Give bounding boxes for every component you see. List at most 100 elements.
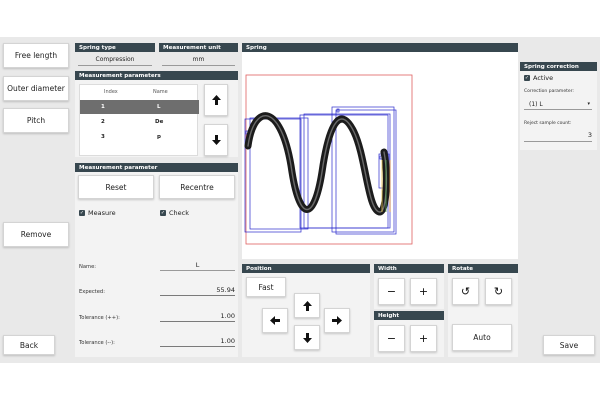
name-value: L [195,261,200,269]
recentre-button[interactable]: Recentre [159,175,235,199]
outer-diameter-button[interactable]: Outer diameter [3,76,69,101]
expected-label: Expected: [79,289,105,295]
move-left-button[interactable] [262,308,288,333]
rotate-right-button[interactable]: ↻ [485,278,512,305]
expected-field[interactable]: 55.94 [160,286,235,296]
rotate-left-button[interactable]: ↺ [452,278,479,305]
selection-box-handle [336,108,340,113]
position-header: Position [242,264,370,273]
tolerance-minus-label: Tolerance (--): [79,340,115,346]
row-index: 1 [101,104,105,110]
minus-icon: − [386,285,397,298]
row-name: De [155,119,164,125]
name-field[interactable]: L [160,261,235,271]
column-name: Name [153,89,168,95]
spring-correction-title: Spring correction [524,63,579,70]
remove-button[interactable]: Remove [3,222,69,247]
table-row-selected[interactable]: 1 L [80,100,199,114]
measurement-parameters-title: Measurement parameters [79,72,161,79]
correction-parameter-select[interactable]: (1) L ▾ [524,99,592,110]
measurement-parameter-title: Measurement parameter [79,164,158,171]
free-length-button[interactable]: Free length [3,43,69,68]
row-index: 2 [101,119,105,125]
recentre-label: Recentre [180,182,214,192]
parameters-table: Index Name 1 L 2 De 3 p [79,84,199,156]
reset-label: Reset [105,182,127,192]
height-decrease-button[interactable]: − [378,325,405,352]
move-up-button[interactable] [204,84,228,116]
spring-type-title: Spring type [79,44,116,51]
arrow-left-icon [270,316,280,325]
save-label: Save [559,340,579,350]
dropdown-caret-icon: ▾ [587,101,590,107]
position-title: Position [246,265,272,272]
rotate-header: Rotate [448,264,518,273]
row-name: p [157,134,161,140]
correction-parameter-label: Correction parameter: [524,89,574,94]
spring-view-title: Spring [246,44,267,51]
width-title: Width [378,265,397,272]
parameters-table-header: Index Name [80,85,199,99]
plus-icon: + [418,332,429,345]
name-label: Name: [79,264,97,270]
arrow-up-icon [302,300,312,311]
expected-value: 55.94 [216,286,235,294]
reset-button[interactable]: Reset [78,175,154,199]
app-window: Free length Outer diameter Pitch Remove … [0,37,600,363]
reject-sample-count-field[interactable]: 3 [524,131,592,142]
pitch-button[interactable]: Pitch [3,108,69,133]
measure-label: Measure [88,209,116,217]
measurement-unit-header: Measurement unit [159,43,238,52]
measurement-unit-value: mm [192,56,205,63]
outer-diameter-label: Outer diameter [7,84,65,93]
table-row[interactable]: 2 De [80,115,199,129]
spring-type-value: Compression [95,56,135,63]
measurement-unit-title: Measurement unit [163,44,221,51]
reject-sample-count-label: Reject sample count: [524,121,572,126]
height-header: Height [374,311,444,320]
minus-icon: − [386,332,397,345]
active-checkbox[interactable]: ✓ [524,75,530,81]
checkmark-icon: ✓ [79,209,85,216]
tolerance-minus-field[interactable]: 1.00 [160,337,235,347]
measurement-parameters-header: Measurement parameters [75,71,238,80]
width-increase-button[interactable]: + [410,278,437,305]
spring-view-header: Spring [242,43,518,52]
height-title: Height [378,312,400,319]
width-header: Width [374,264,444,273]
plus-icon: + [418,285,429,298]
measurement-unit-field[interactable]: mm [162,56,235,66]
arrow-right-icon [332,316,342,325]
spring-correction-header: Spring correction [520,62,597,71]
spring-type-header: Spring type [75,43,155,52]
spring-image-view[interactable] [242,52,518,259]
auto-label: Auto [473,333,491,342]
move-down-button[interactable] [204,124,228,156]
save-button[interactable]: Save [543,335,595,355]
correction-parameter-value: (1) L [529,101,543,108]
arrow-down-icon [302,332,312,343]
tolerance-plus-value: 1.00 [220,312,235,320]
rotate-title: Rotate [452,265,474,272]
tolerance-plus-field[interactable]: 1.00 [160,312,235,322]
fast-label: Fast [258,282,274,292]
height-increase-button[interactable]: + [410,325,437,352]
row-name: L [157,104,161,110]
check-checkbox[interactable]: ✓ [160,210,166,216]
move-down-position-button[interactable] [294,325,320,350]
back-button[interactable]: Back [3,335,55,355]
auto-button[interactable]: Auto [452,324,512,351]
table-row[interactable]: 3 p [80,130,199,144]
arrow-up-icon [211,95,221,105]
reject-sample-count-value: 3 [587,131,592,139]
tolerance-minus-value: 1.00 [220,337,235,345]
spring-type-field[interactable]: Compression [78,56,152,66]
width-decrease-button[interactable]: − [378,278,405,305]
measure-checkbox[interactable]: ✓ [79,210,85,216]
check-label: Check [169,209,189,217]
fast-button[interactable]: Fast [246,277,286,297]
tolerance-plus-label: Tolerance (++): [79,315,120,321]
arrow-down-icon [211,135,221,145]
move-right-button[interactable] [324,308,350,333]
move-up-position-button[interactable] [294,293,320,318]
